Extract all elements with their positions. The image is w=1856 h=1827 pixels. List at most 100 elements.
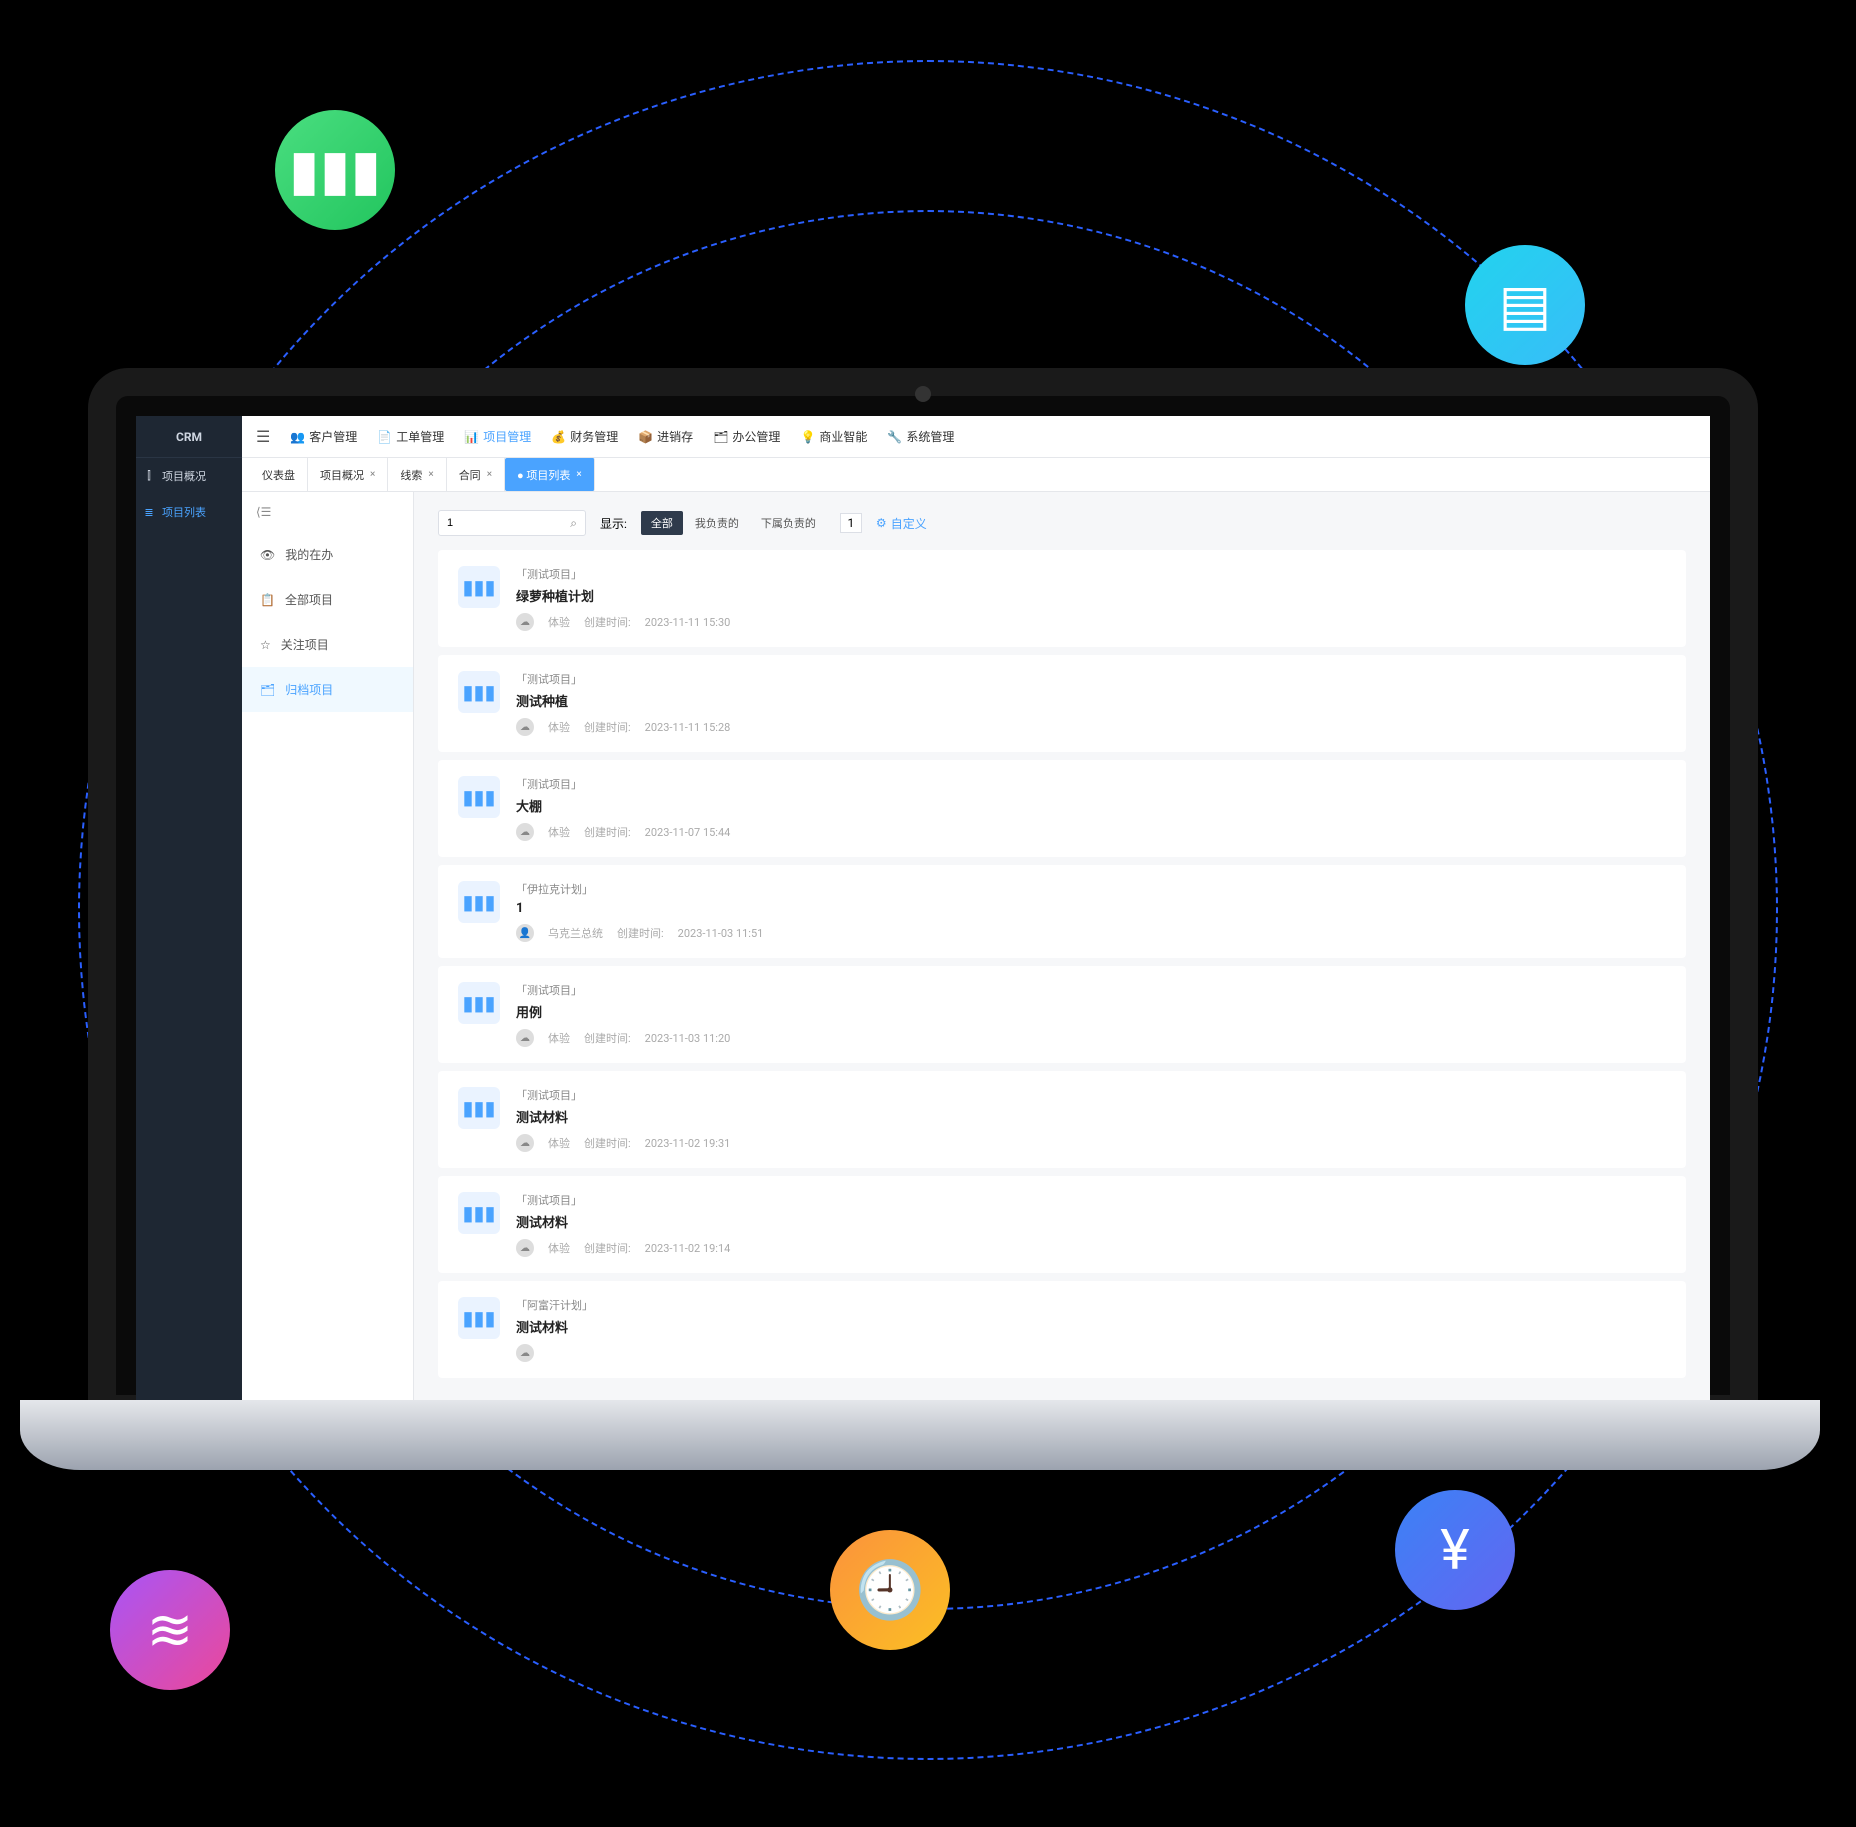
project-owner: 体验 [548,614,570,630]
side-menu: ⟨☰ 👁我的在办📋全部项目☆关注项目🗂归档项目 [242,492,414,1423]
time-label: 创建时间: [584,614,631,630]
nav-label: 系统管理 [906,428,954,445]
project-card[interactable]: ▮▮▮ 「测试项目」 测试材料 ☁ 体验 创建时间: 2023-11-02 19… [438,1071,1686,1168]
project-card[interactable]: ▮▮▮ 「测试项目」 测试材料 ☁ 体验 创建时间: 2023-11-02 19… [438,1176,1686,1273]
project-owner: 体验 [548,1240,570,1256]
doc-clock-icon: 🕘 [830,1530,950,1650]
topnav-item-1[interactable]: 📄 工单管理 [377,428,444,445]
card-body: 「测试项目」 测试材料 ☁ 体验 创建时间: 2023-11-02 19:31 [516,1087,1666,1152]
close-icon[interactable]: × [370,469,375,480]
project-meta: 👤 乌克兰总统 创建时间: 2023-11-03 11:51 [516,924,1666,942]
rail-item-0[interactable]: ⫿ 项目概况 [136,458,242,494]
rail-item-1[interactable]: ≣项目列表 [136,494,242,530]
time-label: 创建时间: [584,1135,631,1151]
project-tag: 「伊拉克计划」 [516,881,1666,897]
nav-icon: 🗂 [713,430,728,444]
project-card[interactable]: ▮▮▮ 「测试项目」 绿萝种植计划 ☁ 体验 创建时间: 2023-11-11 … [438,550,1686,647]
books-icon: ▮▮▮ [458,982,500,1024]
time-label: 创建时间: [617,925,664,941]
project-card[interactable]: ▮▮▮ 「阿富汗计划」 测试材料 ☁ [438,1281,1686,1378]
rail-item-label: 项目概况 [162,468,206,484]
topnav-item-4[interactable]: 📦进销存 [638,428,693,445]
project-title: 1 [516,901,1666,916]
nav-label: 客户管理 [309,428,357,445]
topnav-item-7[interactable]: 🔧 系统管理 [887,428,954,445]
custom-label: 自定义 [891,515,927,532]
display-label: 显示: [600,515,627,532]
project-meta: ☁ 体验 创建时间: 2023-11-07 15:44 [516,823,1666,841]
main-area: ☰ 👥客户管理 📄 工单管理 📊项目管理 💰财务管理 📦进销存 🗂办公管理 💡商业智能 🔧 系统管… [242,416,1710,1423]
tab-bar: 仪表盘项目概况×线索× 合同 × ● 项目列表 × [242,458,1710,492]
tab-3[interactable]: 合同 × [447,458,505,491]
topnav-item-0[interactable]: 👥客户管理 [290,428,357,445]
layout-toggle-icon[interactable]: ☰ [256,427,270,446]
sidemenu-item-3[interactable]: 🗂归档项目 [242,667,413,712]
project-title: 绿萝种植计划 [516,586,1666,605]
topnav-item-6[interactable]: 💡商业智能 [800,428,867,445]
project-card[interactable]: ▮▮▮ 「测试项目」 用例 ☁ 体验 创建时间: 2023-11-03 11:2… [438,966,1686,1063]
nav-icon: 📊 [464,430,479,444]
close-icon[interactable]: × [428,469,433,480]
card-body: 「测试项目」 绿萝种植计划 ☁ 体验 创建时间: 2023-11-11 15:3… [516,566,1666,631]
filter-chip-1[interactable]: 我负责的 [685,511,749,535]
project-owner: 乌克兰总统 [548,925,603,941]
card-body: 「阿富汗计划」 测试材料 ☁ [516,1297,1666,1362]
project-time: 2023-11-07 15:44 [645,826,731,839]
project-time: 2023-11-02 19:31 [645,1137,731,1150]
project-tag: 「测试项目」 [516,566,1666,582]
top-nav: ☰ 👥客户管理 📄 工单管理 📊项目管理 💰财务管理 📦进销存 🗂办公管理 💡商业智能 🔧 系统管… [242,416,1710,458]
project-time: 2023-11-11 15:28 [645,721,731,734]
gear-icon: ⚙ [876,516,887,530]
nav-icon: 🔧 [887,430,902,444]
owner-avatar-icon: ☁ [516,1239,534,1257]
yen-book-icon: ¥ [1395,1490,1515,1610]
tab-4[interactable]: ● 项目列表 × [505,458,595,491]
sidemenu-item-0[interactable]: 👁我的在办 [242,532,413,577]
nav-icon: 📦 [638,430,653,444]
books-icon: ▮▮▮ [458,776,500,818]
books-icon: ▮▮▮ [458,566,500,608]
rail-item-icon: ≣ [142,506,156,519]
close-icon[interactable]: × [487,469,492,480]
tab-1[interactable]: 项目概况× [308,458,388,491]
nav-label: 工单管理 [396,428,444,445]
close-icon[interactable]: × [576,469,581,480]
project-meta: ☁ 体验 创建时间: 2023-11-11 15:28 [516,718,1666,736]
project-meta: ☁ 体验 创建时间: 2023-11-03 11:20 [516,1029,1666,1047]
books-icon: ▮▮▮ [458,881,500,923]
books-icon: ▮▮▮ [458,1087,500,1129]
nav-icon: 📄 [377,430,392,444]
search-icon[interactable]: ⌕ [570,516,577,531]
sidemenu-item-icon: ☆ [260,638,271,652]
sidemenu-item-label: 全部项目 [285,591,333,608]
tab-label: ● 项目列表 [517,467,570,483]
tab-2[interactable]: 线索× [388,458,446,491]
card-body: 「伊拉克计划」 1 👤 乌克兰总统 创建时间: 2023-11-03 11:51 [516,881,1666,942]
search-input[interactable] [447,517,564,529]
card-body: 「测试项目」 大棚 ☁ 体验 创建时间: 2023-11-07 15:44 [516,776,1666,841]
project-time: 2023-11-11 15:30 [645,616,731,629]
project-card[interactable]: ▮▮▮ 「伊拉克计划」 1 👤 乌克兰总统 创建时间: 2023-11-03 1… [438,865,1686,958]
project-title: 测试材料 [516,1212,1666,1231]
project-card[interactable]: ▮▮▮ 「测试项目」 大棚 ☁ 体验 创建时间: 2023-11-07 15:4… [438,760,1686,857]
filter-chip-0[interactable]: 全部 [641,511,683,535]
project-title: 用例 [516,1002,1666,1021]
tab-label: 合同 [459,467,481,483]
topnav-item-2[interactable]: 📊项目管理 [464,428,531,445]
content-area: ⌕ 显示: 全部我负责的下属负责的 1 ⚙ 自定义 ▮▮▮ 「 [414,492,1710,1423]
sidemenu-collapse[interactable]: ⟨☰ [242,492,413,532]
left-rail: CRM ⫿项目概况≣项目列表 [136,416,242,1423]
sidemenu-item-1[interactable]: 📋全部项目 [242,577,413,622]
topnav-item-5[interactable]: 🗂办公管理 [713,428,780,445]
search-input-wrap[interactable]: ⌕ [438,510,586,536]
tab-0[interactable]: 仪表盘 [250,458,308,491]
project-card[interactable]: ▮▮▮ 「测试项目」 测试种植 ☁ 体验 创建时间: 2023-11-11 15… [438,655,1686,752]
custom-filter-link[interactable]: ⚙ 自定义 [876,515,927,532]
topnav-item-3[interactable]: 💰财务管理 [551,428,618,445]
rail-item-icon: ⫿ [142,469,156,483]
time-label: 创建时间: [584,719,631,735]
filter-chip-2[interactable]: 下属负责的 [751,511,826,535]
toolbar: ⌕ 显示: 全部我负责的下属负责的 1 ⚙ 自定义 [438,510,1686,536]
project-meta: ☁ 体验 创建时间: 2023-11-02 19:14 [516,1239,1666,1257]
sidemenu-item-2[interactable]: ☆关注项目 [242,622,413,667]
